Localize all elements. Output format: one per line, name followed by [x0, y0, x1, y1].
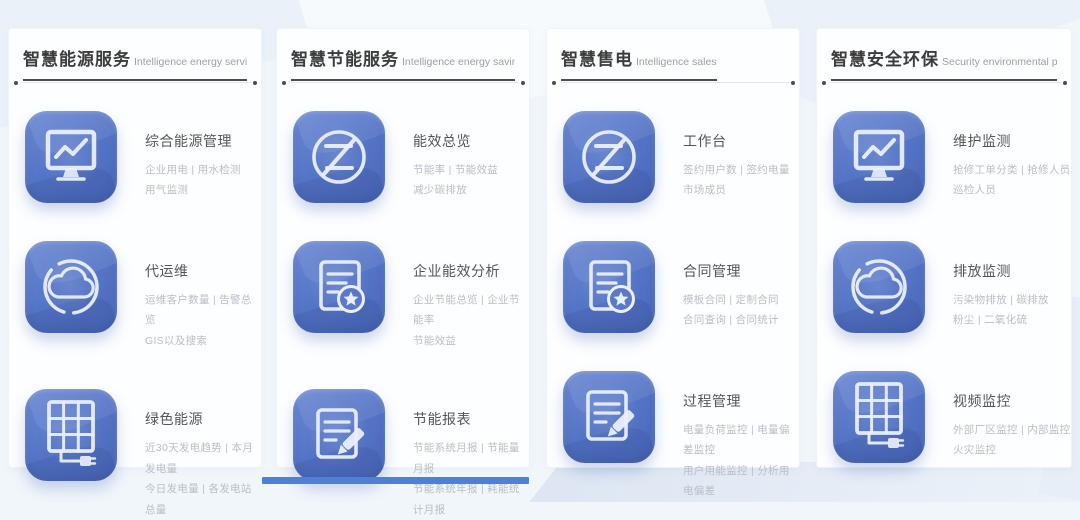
section-title-wrap: 智慧安全环保Security environmental protection [831, 45, 1057, 81]
card-efficiency-overview[interactable]: 能效总览 节能率 | 节能效益减少碳排放 [293, 111, 529, 203]
section-subtitle: Intelligence energy saving services [402, 56, 515, 68]
card-green-energy[interactable]: 绿色能源 近30天发电趋势 | 本月发电量今日发电量 | 各发电站总量 [25, 389, 261, 520]
card-title: 绿色能源 [145, 409, 261, 429]
card-title: 过程管理 [683, 391, 799, 411]
card-title: 维护监测 [953, 131, 1070, 151]
card-subtext: 签约用户数 | 签约电量市场成员 [683, 160, 790, 201]
underline-dot [822, 81, 826, 85]
energy-circle-icon [563, 111, 655, 203]
section-title-wrap: 智慧能源服务Intelligence energy services [23, 45, 247, 81]
header-underline [291, 82, 519, 83]
card-subtext: 外部厂区监控 | 内部监控火灾监控 [953, 420, 1070, 461]
solar-panel-icon [25, 389, 117, 481]
card-text: 节能报表 节能系统月报 | 节能量月报节能系统年报 | 耗能统计月报 [413, 389, 529, 520]
underline-dot [253, 81, 257, 85]
section-subtitle: Intelligence sales [636, 56, 717, 68]
card-workbench[interactable]: 工作台 签约用户数 | 签约电量市场成员 [563, 111, 799, 203]
card-title: 企业能效分析 [413, 261, 529, 281]
card-text: 合同管理 模板合同 | 定制合同合同查询 | 合同统计 [683, 241, 779, 331]
underline-dot [1063, 81, 1067, 85]
section-electricity-sales: 智慧售电Intelligence sales 工作台 签约用户数 | 签约电量市… [546, 28, 800, 468]
card-title: 排放监测 [953, 261, 1049, 281]
document-pencil-icon [293, 389, 385, 481]
section-subtitle: Security environmental protection [942, 56, 1057, 68]
card-maintenance-monitoring[interactable]: 维护监测 抢修工单分类 | 抢修人员巡检人员 [833, 111, 1071, 203]
card-subtext: 污染物排放 | 碳排放粉尘 | 二氧化硫 [953, 290, 1049, 331]
section-title-wrap: 智慧节能服务Intelligence energy saving service… [291, 45, 515, 81]
monitor-chart-icon [833, 111, 925, 203]
card-title: 综合能源管理 [145, 131, 241, 151]
card-operation-maintenance[interactable]: 代运维 运维客户数量 | 告警总览GIS以及搜索 [25, 241, 261, 351]
section-safety-environment: 智慧安全环保Security environmental protection … [816, 28, 1072, 468]
card-subtext: 近30天发电趋势 | 本月发电量今日发电量 | 各发电站总量 [145, 438, 261, 520]
card-title: 工作台 [683, 131, 790, 151]
section-energy-services: 智慧能源服务Intelligence energy services 综合能源管… [8, 28, 262, 468]
card-text: 企业能效分析 企业节能总览 | 企业节能率节能效益 [413, 241, 529, 351]
energy-circle-icon [293, 111, 385, 203]
card-title: 能效总览 [413, 131, 498, 151]
header-underline [561, 82, 789, 83]
section-title: 智慧节能服务 [291, 50, 399, 69]
card-process-management[interactable]: 过程管理 电量负荷监控 | 电量偏差监控用户用能监控 | 分析用电偏差 [563, 371, 799, 502]
section-header: 智慧售电Intelligence sales [561, 45, 785, 83]
cloud-circle-icon [25, 241, 117, 333]
section-title: 智慧安全环保 [831, 50, 939, 69]
card-title: 视频监控 [953, 391, 1070, 411]
underline-dot [282, 81, 286, 85]
card-emission-monitoring[interactable]: 排放监测 污染物排放 | 碳排放粉尘 | 二氧化硫 [833, 241, 1071, 333]
underline-dot [791, 81, 795, 85]
underline-dot [521, 81, 525, 85]
card-subtext: 企业用电 | 用水检测用气监测 [145, 160, 241, 201]
card-subtext: 模板合同 | 定制合同合同查询 | 合同统计 [683, 290, 779, 331]
card-title: 代运维 [145, 261, 261, 281]
bottom-accent-bar [262, 477, 529, 484]
header-underline [831, 82, 1061, 83]
card-text: 过程管理 电量负荷监控 | 电量偏差监控用户用能监控 | 分析用电偏差 [683, 371, 799, 502]
card-text: 综合能源管理 企业用电 | 用水检测用气监测 [145, 111, 241, 201]
card-text: 排放监测 污染物排放 | 碳排放粉尘 | 二氧化硫 [953, 241, 1049, 331]
section-energy-saving: 智慧节能服务Intelligence energy saving service… [276, 28, 530, 468]
underline-dot [552, 81, 556, 85]
card-text: 工作台 签约用户数 | 签约电量市场成员 [683, 111, 790, 201]
card-energy-saving-report[interactable]: 节能报表 节能系统月报 | 节能量月报节能系统年报 | 耗能统计月报 [293, 389, 529, 520]
card-text: 视频监控 外部厂区监控 | 内部监控火灾监控 [953, 371, 1070, 461]
card-subtext: 抢修工单分类 | 抢修人员巡检人员 [953, 160, 1070, 201]
section-title-wrap: 智慧售电Intelligence sales [561, 45, 717, 81]
card-text: 能效总览 节能率 | 节能效益减少碳排放 [413, 111, 498, 201]
card-enterprise-efficiency-analysis[interactable]: 企业能效分析 企业节能总览 | 企业节能率节能效益 [293, 241, 529, 351]
solar-panel-icon [833, 371, 925, 463]
card-subtext: 电量负荷监控 | 电量偏差监控用户用能监控 | 分析用电偏差 [683, 420, 799, 502]
section-title: 智慧能源服务 [23, 50, 131, 69]
document-star-icon [563, 241, 655, 333]
underline-dot [14, 81, 18, 85]
section-title: 智慧售电 [561, 50, 633, 69]
card-subtext: 运维客户数量 | 告警总览GIS以及搜索 [145, 290, 261, 351]
document-pencil-icon [563, 371, 655, 463]
card-integrated-energy[interactable]: 综合能源管理 企业用电 | 用水检测用气监测 [25, 111, 261, 203]
cloud-circle-icon [833, 241, 925, 333]
card-text: 代运维 运维客户数量 | 告警总览GIS以及搜索 [145, 241, 261, 351]
document-star-icon [293, 241, 385, 333]
section-header: 智慧安全环保Security environmental protection [831, 45, 1057, 83]
section-header: 智慧节能服务Intelligence energy saving service… [291, 45, 515, 83]
card-subtext: 节能率 | 节能效益减少碳排放 [413, 160, 498, 201]
header-underline [23, 82, 251, 83]
card-title: 节能报表 [413, 409, 529, 429]
card-text: 绿色能源 近30天发电趋势 | 本月发电量今日发电量 | 各发电站总量 [145, 389, 261, 520]
card-subtext: 企业节能总览 | 企业节能率节能效益 [413, 290, 529, 351]
section-header: 智慧能源服务Intelligence energy services [23, 45, 247, 83]
card-text: 维护监测 抢修工单分类 | 抢修人员巡检人员 [953, 111, 1070, 201]
section-subtitle: Intelligence energy services [134, 56, 247, 68]
card-title: 合同管理 [683, 261, 779, 281]
card-video-surveillance[interactable]: 视频监控 外部厂区监控 | 内部监控火灾监控 [833, 371, 1071, 463]
monitor-chart-icon [25, 111, 117, 203]
card-contract-management[interactable]: 合同管理 模板合同 | 定制合同合同查询 | 合同统计 [563, 241, 799, 333]
